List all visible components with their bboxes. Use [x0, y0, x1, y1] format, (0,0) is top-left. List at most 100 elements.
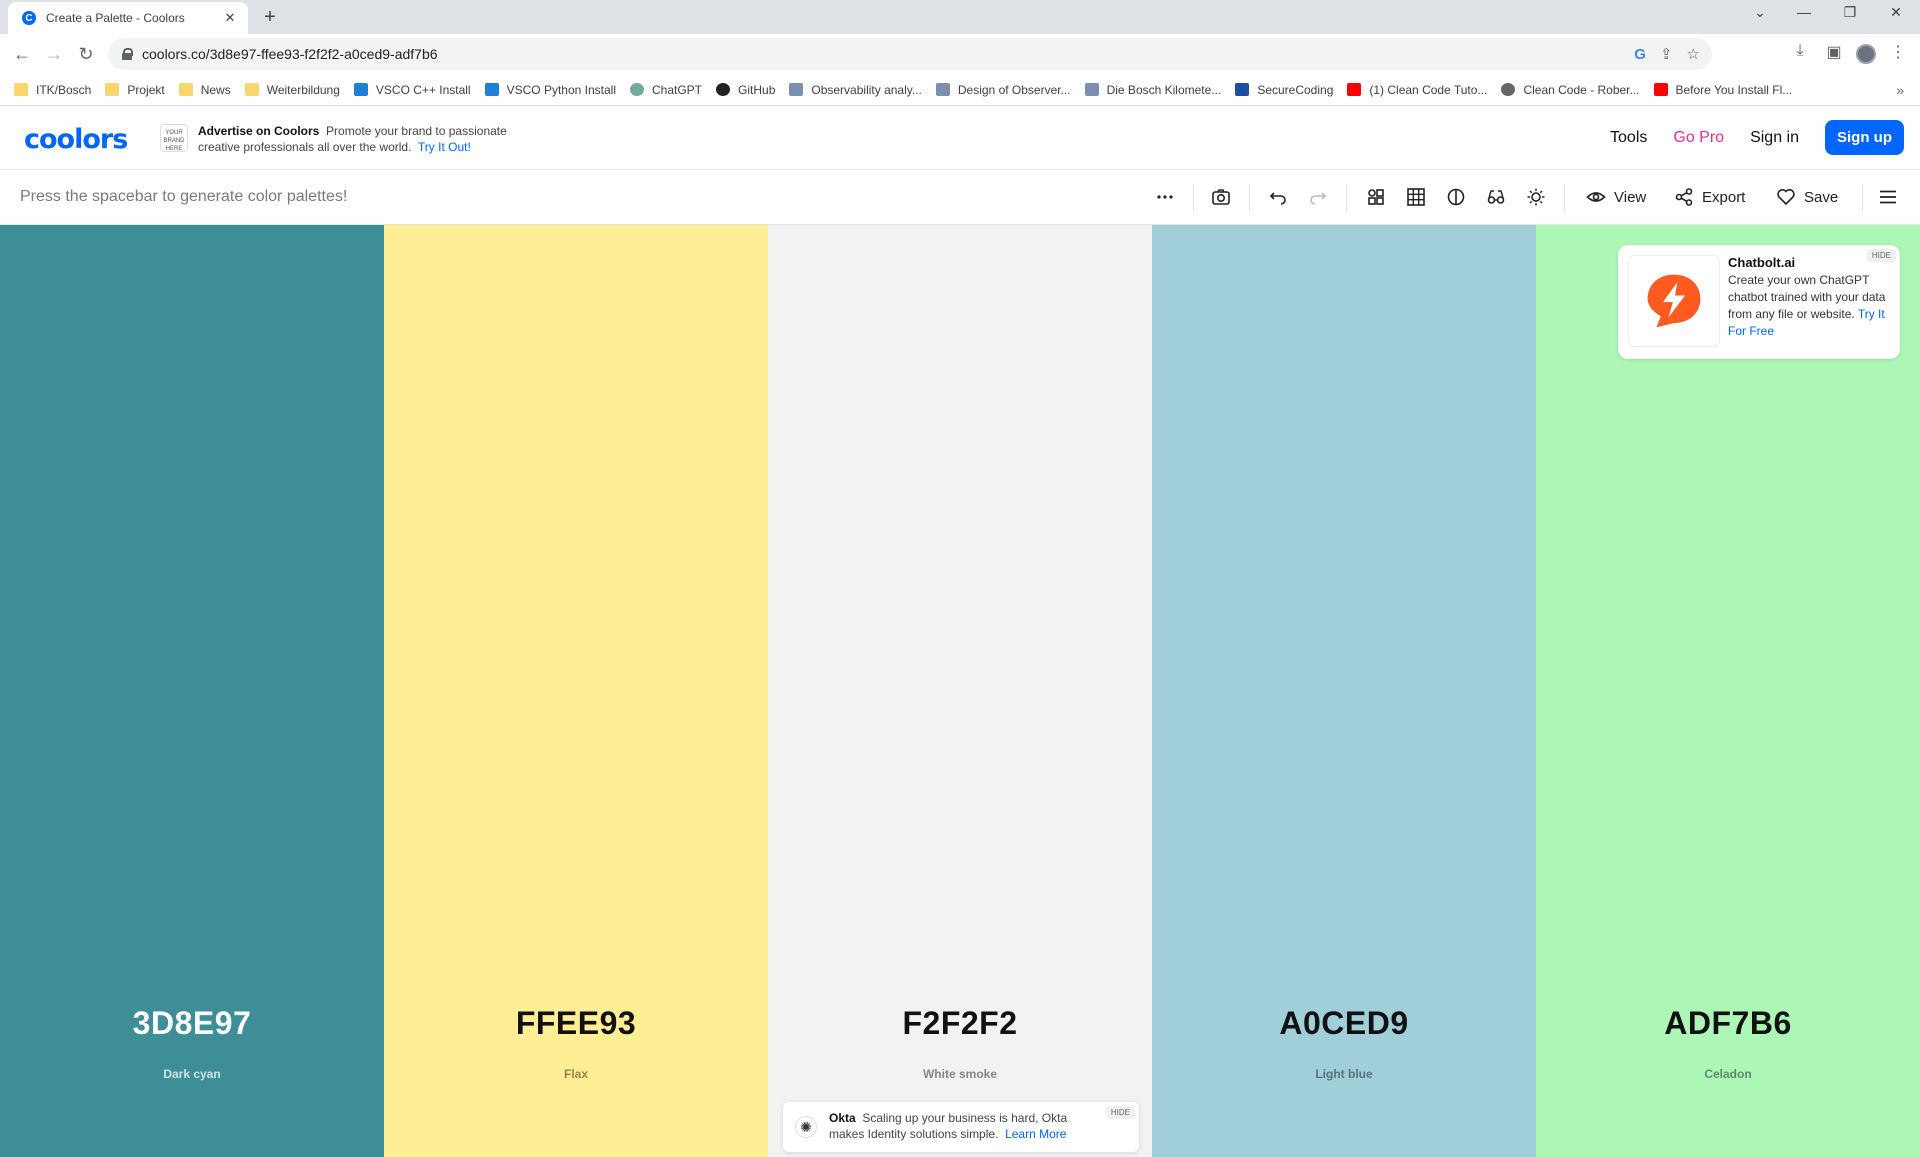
hide-ad-button[interactable]: HIDE — [1866, 249, 1896, 262]
profile-avatar[interactable] — [1856, 44, 1876, 64]
sf-icon — [1235, 83, 1250, 96]
address-bar[interactable]: coolors.co/3d8e97-ffee93-f2f2f2-a0ced9-a… — [108, 38, 1712, 70]
chatbolt-title: Chatbolt.ai — [1728, 255, 1796, 270]
bookmarks-bar: ITK/Bosch Projekt News Weiterbildung VSCO C+… — [0, 74, 1920, 106]
restore-button[interactable]: ❐ — [1836, 4, 1864, 21]
vscode-icon — [484, 83, 499, 96]
bookmark-item[interactable]: SecureCoding — [1235, 83, 1333, 97]
color-name: Dark cyan — [163, 1067, 221, 1081]
hamburger-menu-icon[interactable] — [1878, 184, 1898, 210]
bookmark-item[interactable]: GitHub — [716, 83, 775, 97]
color-column[interactable]: 3D8E97 Dark cyan — [0, 225, 384, 1157]
lock-icon — [122, 48, 133, 60]
toolbar-divider — [1862, 184, 1863, 212]
brightness-icon[interactable] — [1526, 184, 1546, 210]
close-window-button[interactable]: ✕ — [1882, 4, 1910, 21]
color-name: Flax — [563, 1067, 588, 1081]
redo-icon[interactable] — [1308, 184, 1328, 210]
browser-menu-icon[interactable]: ⋮ — [1886, 42, 1910, 62]
google-icon[interactable]: G — [1634, 46, 1646, 63]
header-ad-link[interactable]: Try It Out! — [418, 140, 471, 154]
bookmark-item[interactable]: Projekt — [105, 82, 165, 97]
grid-view-icon[interactable] — [1406, 184, 1426, 210]
okta-title: Okta — [829, 1111, 856, 1125]
tab-search-icon[interactable]: ⌄ — [1746, 4, 1774, 21]
browser-tab[interactable]: C Create a Palette - Coolors ✕ — [8, 2, 248, 34]
bookmark-label: Observability analy... — [811, 82, 922, 97]
bookmark-item[interactable]: News — [178, 82, 231, 97]
heart-icon — [1777, 189, 1795, 206]
toolbar-divider — [1193, 184, 1194, 212]
color-hex-code[interactable]: ADF7B6 — [1536, 1005, 1920, 1042]
side-panel-icon[interactable]: ▣ — [1822, 42, 1846, 62]
new-tab-button[interactable]: + — [258, 6, 282, 30]
forward-icon[interactable]: → — [42, 42, 66, 66]
bookmark-label: SecureCoding — [1257, 82, 1334, 97]
color-hex-code[interactable]: F2F2F2 — [768, 1005, 1152, 1042]
bookmark-item[interactable]: VSCO Python Install — [484, 83, 616, 97]
okta-logo-icon: ✺ — [795, 1116, 817, 1138]
bookmark-item[interactable]: Before You Install Fl... — [1653, 82, 1793, 97]
bookmark-item[interactable]: Weiterbildung — [244, 83, 340, 97]
tab-title: Create a Palette - Coolors — [46, 11, 185, 25]
color-column[interactable]: F2F2F2 White smoke — [768, 225, 1152, 1157]
bookmark-item[interactable]: Die Bosch Kilomete... — [1084, 83, 1221, 97]
share-icon[interactable]: ⇪ — [1660, 45, 1673, 63]
bookmark-label: News — [200, 82, 231, 97]
bookmark-label: Clean Code - Rober... — [1523, 82, 1640, 97]
download-icon[interactable]: ⤓ — [1788, 42, 1812, 60]
bookmark-item[interactable]: VSCO C++ Install — [353, 82, 471, 97]
bookmark-star-icon[interactable]: ☆ — [1687, 45, 1700, 63]
color-column[interactable]: A0CED9 Light blue — [1152, 225, 1536, 1157]
color-hex-code[interactable]: 3D8E97 — [0, 1005, 384, 1042]
hide-okta-button[interactable]: HIDE — [1105, 1106, 1135, 1119]
chatbolt-ad[interactable]: Chatbolt.ai Create your own ChatGPT chat… — [1618, 245, 1900, 359]
more-bookmarks-icon[interactable]: » — [1896, 82, 1904, 98]
sign-in-link[interactable]: Sign in — [1750, 129, 1799, 147]
folder-icon — [244, 83, 259, 96]
color-name: White smoke — [922, 1067, 997, 1081]
minimize-button[interactable]: — — [1790, 4, 1818, 20]
youtube-icon — [1653, 83, 1668, 96]
chatgpt-icon — [630, 83, 644, 96]
palette-toolbar: Press the spacebar to generate color pal… — [0, 170, 1920, 225]
page-icon — [1084, 83, 1099, 96]
close-tab-icon[interactable]: ✕ — [222, 10, 238, 26]
bookmark-label: VSCO C++ Install — [375, 82, 471, 97]
bookmark-item[interactable]: ChatGPT — [630, 83, 702, 97]
view-label: View — [1614, 188, 1647, 206]
tools-menu[interactable]: Tools — [1610, 129, 1647, 147]
color-hex-code[interactable]: A0CED9 — [1152, 1005, 1536, 1042]
toolbar-divider — [1564, 184, 1565, 212]
reload-icon[interactable]: ↻ — [74, 42, 98, 66]
adjust-palette-icon[interactable] — [1366, 184, 1386, 210]
coolors-logo[interactable]: coolors — [24, 124, 128, 155]
sign-up-button[interactable]: Sign up — [1825, 120, 1904, 155]
header-ad[interactable]: Advertise on Coolors Promote your brand … — [198, 123, 538, 155]
bookmark-label: Projekt — [127, 82, 165, 97]
color-blindness-icon[interactable] — [1486, 184, 1506, 210]
color-column[interactable]: FFEE93 Flax — [384, 225, 768, 1157]
undo-icon[interactable] — [1268, 184, 1288, 210]
bookmark-item[interactable]: (1) Clean Code Tuto... — [1347, 83, 1487, 97]
export-button[interactable]: Export — [1674, 184, 1745, 210]
okta-ad[interactable]: ✺ Okta Scaling up your business is hard,… — [783, 1102, 1139, 1152]
view-button[interactable]: View — [1586, 184, 1646, 210]
back-icon[interactable]: ← — [10, 42, 34, 66]
bookmark-item[interactable]: Clean Code - Rober... — [1501, 82, 1640, 97]
coolors-favicon-icon: C — [22, 11, 36, 25]
go-pro-link[interactable]: Go Pro — [1673, 129, 1724, 147]
okta-link[interactable]: Learn More — [1005, 1127, 1066, 1141]
bookmark-item[interactable]: Observability analy... — [789, 83, 922, 97]
save-button[interactable]: Save — [1776, 184, 1838, 210]
bookmark-item[interactable]: Design of Observer... — [935, 83, 1071, 97]
color-hex-code[interactable]: FFEE93 — [384, 1005, 768, 1042]
chatbolt-logo-icon — [1628, 255, 1720, 347]
url-text: coolors.co/3d8e97-ffee93-f2f2f2-a0ced9-a… — [142, 46, 438, 62]
contrast-icon[interactable] — [1446, 184, 1466, 210]
color-column[interactable]: ADF7B6 Celadon — [1536, 225, 1920, 1157]
camera-icon[interactable] — [1211, 184, 1231, 210]
more-options-icon[interactable] — [1155, 184, 1175, 210]
bookmark-label: Before You Install Fl... — [1675, 82, 1793, 97]
bookmark-item[interactable]: ITK/Bosch — [14, 83, 91, 97]
